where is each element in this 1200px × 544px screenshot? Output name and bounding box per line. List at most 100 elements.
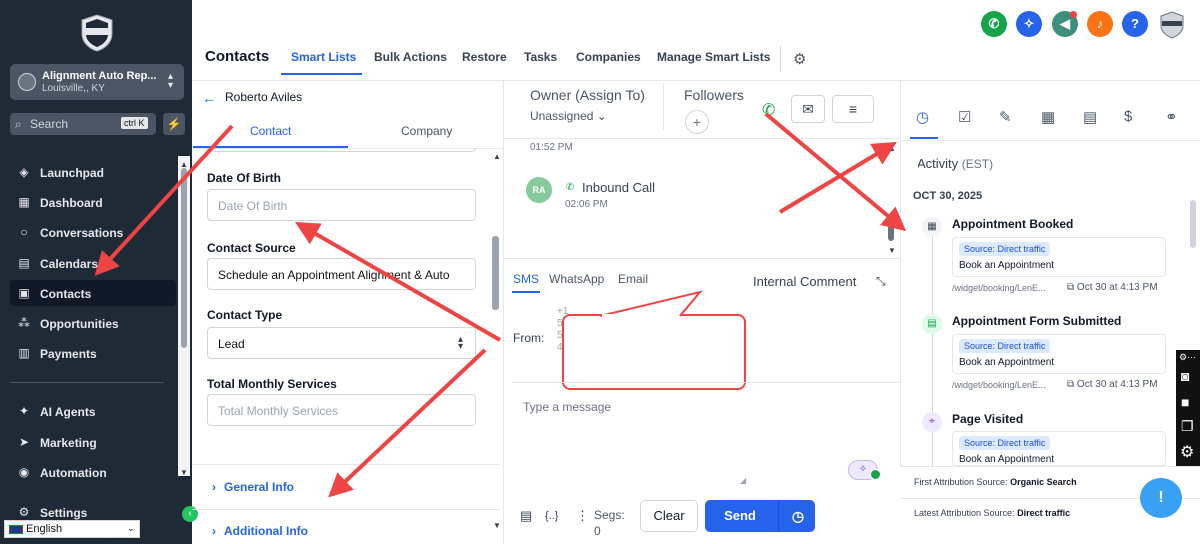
contact-panel-scrollbar[interactable] <box>492 236 499 310</box>
tab-companies[interactable]: Companies <box>576 50 641 64</box>
external-link-icon[interactable]: ⧉ <box>1067 282 1074 293</box>
scroll-down-icon[interactable]: ▼ <box>493 521 501 530</box>
scroll-up-icon[interactable]: ▲ <box>888 144 896 153</box>
email-envelope-button[interactable]: ✉ <box>791 95 825 123</box>
schedule-clock-icon[interactable]: ◷ <box>781 500 815 532</box>
event-time-text: Oct 30 at 4:13 PM <box>1076 282 1158 293</box>
tab-company[interactable]: Company <box>401 124 452 138</box>
internal-comment-tab[interactable]: Internal Comment <box>753 274 856 289</box>
language-value: English <box>26 523 63 535</box>
channel-tab-sms[interactable]: SMS <box>513 272 539 286</box>
payments-dollar-icon[interactable]: $ <box>1124 108 1132 125</box>
first-attribution-value: Organic Search <box>1010 477 1077 487</box>
custom-values-icon[interactable]: {..} <box>545 510 558 522</box>
language-select[interactable]: English ⌄ <box>4 520 140 538</box>
expand-icon[interactable]: ⤡ <box>876 274 886 289</box>
tab-bulk-actions[interactable]: Bulk Actions <box>374 50 447 64</box>
event-title: Appointment Booked <box>952 217 1074 231</box>
send-divider <box>778 500 779 532</box>
video-icon[interactable]: ■ <box>1181 394 1189 410</box>
tab-restore[interactable]: Restore <box>462 50 507 64</box>
activity-scrollbar[interactable] <box>1190 200 1196 248</box>
contact-source-input[interactable]: Schedule an Appointment Alignment & Auto <box>207 258 476 290</box>
tasks-checkbox-icon[interactable]: ☑ <box>958 108 971 126</box>
event-url[interactable]: /widget/booking/LenE... <box>952 283 1046 293</box>
sidebar-item-launchpad[interactable]: ◈ Launchpad <box>10 159 176 185</box>
sidebar-item-calendars[interactable]: ▤ Calendars <box>10 250 176 276</box>
window-icon[interactable]: ❐ <box>1181 418 1194 435</box>
scroll-up-icon[interactable]: ▲ <box>493 152 501 161</box>
chevron-down-icon: ⌄ <box>127 523 135 533</box>
avatar: RA <box>526 177 552 203</box>
section-additional-info[interactable]: › Additional Info <box>212 524 308 538</box>
documents-icon[interactable]: ▤ <box>1083 108 1097 126</box>
chevron-updown-icon: ▴ ▾ <box>168 71 174 91</box>
chevron-right-icon: › <box>212 524 216 538</box>
sidebar-item-automation[interactable]: ◉ Automation <box>10 459 176 485</box>
scroll-down-icon[interactable]: ▼ <box>888 246 896 255</box>
sidebar-item-marketing[interactable]: ➤ Marketing <box>10 429 176 455</box>
help-question-icon[interactable]: ? <box>1122 11 1148 37</box>
resize-handle-icon[interactable]: ◢ <box>740 476 746 485</box>
dob-input[interactable]: Date Of Birth <box>207 189 476 221</box>
bell-icon[interactable]: ♪ <box>1087 11 1113 37</box>
tab-contact[interactable]: Contact <box>250 124 291 138</box>
template-document-icon[interactable]: ▤ <box>520 508 532 524</box>
chat-help-button[interactable]: ! <box>1140 478 1182 518</box>
send-button[interactable]: Send <box>705 500 775 532</box>
notes-pen-icon[interactable]: ✎ <box>999 108 1012 126</box>
settings-gear-icon[interactable]: ⚙ <box>793 50 806 68</box>
messages-scrollbar[interactable] <box>888 225 894 241</box>
channel-tab-whatsapp[interactable]: WhatsApp <box>549 272 604 286</box>
total-monthly-services-input[interactable]: Total Monthly Services <box>207 394 476 426</box>
event-card: Source: Direct traffic Book an Appointme… <box>952 334 1166 374</box>
scroll-up-icon[interactable]: ▲ <box>180 160 188 169</box>
owner-select[interactable]: Unassigned ⌄ <box>530 109 607 123</box>
dob-label: Date Of Birth <box>207 171 282 185</box>
appointments-calendar-icon[interactable]: ▦ <box>1041 108 1055 126</box>
sidebar-item-ai-agents[interactable]: ✦ AI Agents <box>10 398 176 424</box>
page-title: Contacts <box>205 48 270 65</box>
gear-icon: ⚙ <box>18 505 30 519</box>
section-general-info[interactable]: › General Info <box>212 480 294 494</box>
add-follower-button[interactable]: + <box>685 110 709 134</box>
gear-icon[interactable]: ⚙ <box>1180 442 1194 462</box>
activity-clock-icon[interactable]: ◷ <box>916 108 929 126</box>
phone-icon[interactable]: ✆ <box>981 11 1007 37</box>
activity-heading: Activity (EST) <box>917 156 993 171</box>
filter-button[interactable]: ≡ <box>832 95 874 123</box>
message-time: 01:52 PM <box>530 142 573 153</box>
chat-icon: ○ <box>20 225 28 239</box>
clear-button[interactable]: Clear <box>640 500 698 532</box>
camera-icon[interactable]: ◙ <box>1181 368 1189 384</box>
sparkle-icon: ✦ <box>18 404 30 418</box>
scroll-down-icon[interactable]: ▼ <box>180 468 188 477</box>
tab-manage-smart-lists[interactable]: Manage Smart Lists <box>657 50 770 64</box>
back-arrow-icon[interactable]: ← <box>202 90 216 106</box>
tab-smart-lists[interactable]: Smart Lists <box>291 50 356 64</box>
sidebar-scrollbar-thumb[interactable] <box>181 168 187 348</box>
quick-action-bolt-icon[interactable]: ⚡ <box>163 113 185 135</box>
sidebar-item-conversations[interactable]: ○ Conversations <box>10 219 176 245</box>
account-switcher[interactable]: Alignment Auto Rep... Louisville,, KY ▴ ▾ <box>10 64 184 100</box>
sidebar-item-dashboard[interactable]: ▦ Dashboard <box>10 189 176 215</box>
contact-type-select[interactable]: Lead ▴ ▾ <box>207 327 476 359</box>
sidebar-item-opportunities[interactable]: ⁂ Opportunities <box>10 310 176 336</box>
from-bottom-border <box>512 382 900 383</box>
channel-tab-email[interactable]: Email <box>618 272 648 286</box>
event-url[interactable]: /widget/booking/LenE... <box>952 380 1046 390</box>
sidebar-item-contacts[interactable]: ▣ Contacts <box>10 280 176 306</box>
search-box[interactable]: ⌕ Search ctrl K <box>10 113 156 135</box>
message-input[interactable]: Type a message <box>523 400 611 414</box>
tool-menu-icon[interactable]: ⚙⋯ <box>1179 352 1196 363</box>
tab-tasks[interactable]: Tasks <box>524 50 557 64</box>
inbound-call-label: Inbound Call <box>582 180 655 195</box>
ai-sparkle-icon[interactable]: ✧ <box>1016 11 1042 37</box>
external-link-icon[interactable]: ⧉ <box>1067 379 1074 390</box>
sidebar-item-payments[interactable]: ▥ Payments <box>10 340 176 366</box>
contacts-icon: ▣ <box>18 286 30 300</box>
profile-shield-icon[interactable] <box>1159 11 1185 39</box>
call-phone-icon[interactable]: ✆ <box>762 100 775 120</box>
more-options-icon[interactable]: ⋮ <box>576 508 589 524</box>
workflow-icon[interactable]: ⚭ <box>1165 108 1178 126</box>
